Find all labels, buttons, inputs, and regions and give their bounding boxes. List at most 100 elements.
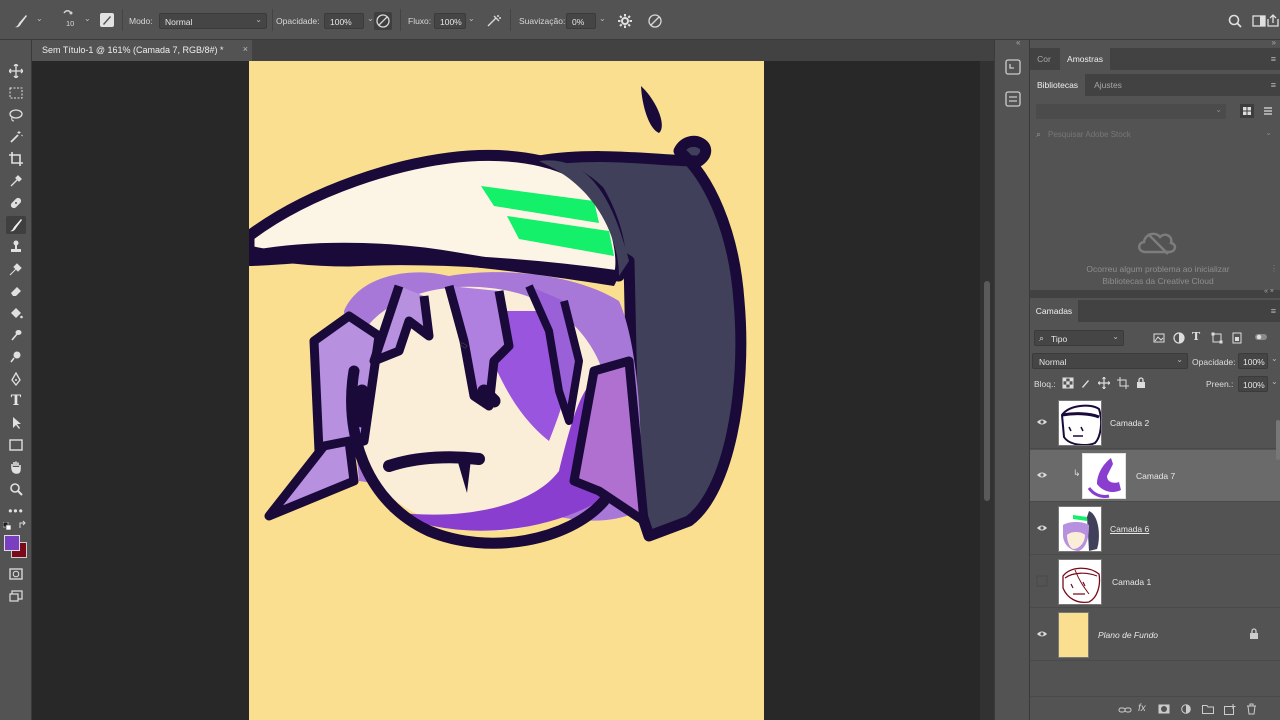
path-selection-tool-icon[interactable] <box>6 414 26 432</box>
layer-row[interactable]: ↳ Camada 7 <box>1030 450 1280 502</box>
shape-filter-icon[interactable] <box>1210 331 1224 345</box>
new-group-icon[interactable] <box>1202 704 1214 714</box>
library-select[interactable]: ⌄ <box>1036 104 1226 119</box>
lock-position-icon[interactable] <box>1098 377 1110 389</box>
lasso-tool-icon[interactable] <box>6 106 26 124</box>
layers-scrollbar-thumb[interactable] <box>1276 420 1280 460</box>
pen-tool-icon[interactable] <box>6 370 26 388</box>
tab-ajustes[interactable]: Ajustes <box>1087 74 1129 96</box>
list-view-icon[interactable] <box>1261 104 1275 118</box>
search-icon[interactable] <box>1226 12 1244 30</box>
tab-amostras[interactable]: Amostras <box>1060 48 1110 70</box>
screen-mode-icon[interactable] <box>6 587 26 605</box>
link-layers-icon[interactable] <box>1118 705 1132 715</box>
lock-pixels-icon[interactable] <box>1080 377 1092 389</box>
pressure-size-icon[interactable] <box>646 12 664 30</box>
visibility-eye-icon[interactable] <box>1036 469 1048 481</box>
library-more-icon[interactable]: ⋮ <box>1270 264 1278 273</box>
canvas-area[interactable] <box>32 61 980 720</box>
close-icon[interactable]: × <box>243 44 248 54</box>
zoom-tool-icon[interactable] <box>6 480 26 498</box>
tab-bibliotecas[interactable]: Bibliotecas <box>1030 74 1085 96</box>
document-tab[interactable]: Sem Título-1 @ 161% (Camada 7, RGB/8#) *… <box>32 40 252 61</box>
tab-cor[interactable]: Cor <box>1030 48 1058 70</box>
brush-tool-icon[interactable] <box>12 12 30 30</box>
layer-row[interactable]: Plano de Fundo <box>1030 609 1280 661</box>
smart-object-filter-icon[interactable] <box>1230 331 1244 345</box>
vertical-scrollbar[interactable] <box>980 61 994 720</box>
marquee-tool-icon[interactable] <box>6 84 26 102</box>
new-layer-icon[interactable] <box>1224 704 1236 715</box>
eraser-tool-icon[interactable] <box>6 282 26 300</box>
clone-stamp-tool-icon[interactable] <box>6 238 26 256</box>
blend-mode-select[interactable]: Normal ⌄ <box>1032 353 1188 369</box>
magic-wand-tool-icon[interactable] <box>6 128 26 146</box>
collapse-arrows-icon[interactable]: « × <box>1264 288 1274 295</box>
panel-menu-icon[interactable]: ≡ <box>1271 306 1276 316</box>
layer-opacity-input[interactable]: 100% <box>1238 353 1268 369</box>
panel-menu-icon[interactable]: ≡ <box>1271 80 1276 90</box>
lock-all-icon[interactable] <box>1135 377 1147 389</box>
mode-select[interactable]: Normal ⌄ <box>159 13 267 29</box>
lock-artboard-icon[interactable] <box>1117 377 1129 389</box>
smoothing-caret-icon[interactable]: ⌄ <box>599 14 606 23</box>
visibility-eye-icon[interactable] <box>1036 628 1048 640</box>
flow-input[interactable]: 100% <box>434 13 466 29</box>
flow-slider-caret-icon[interactable]: ⌄ <box>468 14 475 23</box>
scrollbar-thumb[interactable] <box>984 281 990 501</box>
opacity-caret-icon[interactable]: ⌄ <box>1271 354 1278 363</box>
add-mask-icon[interactable] <box>1158 704 1170 714</box>
visibility-eye-icon[interactable] <box>1036 522 1048 534</box>
lock-transparent-icon[interactable] <box>1062 377 1074 389</box>
layer-row[interactable]: Camada 2 <box>1030 397 1280 449</box>
quick-mask-icon[interactable] <box>6 565 26 583</box>
brush-size-caret-icon[interactable]: ⌄ <box>84 14 91 23</box>
artboard[interactable] <box>249 61 764 720</box>
panel-menu-icon[interactable]: ≡ <box>1271 54 1276 64</box>
brush-settings-panel-icon[interactable] <box>99 12 117 30</box>
default-colors-icon[interactable] <box>3 522 13 532</box>
tool-preset-caret-icon[interactable]: ⌄ <box>36 14 43 23</box>
brush-preset-picker[interactable]: 10 <box>60 8 78 28</box>
rectangle-tool-icon[interactable] <box>6 436 26 454</box>
swap-colors-icon[interactable] <box>18 520 28 530</box>
type-filter-icon[interactable]: T <box>1192 330 1200 343</box>
hand-tool-icon[interactable] <box>6 458 26 476</box>
crop-tool-icon[interactable] <box>6 150 26 168</box>
collapse-arrows-icon[interactable]: « <box>1016 38 1020 47</box>
gear-icon[interactable] <box>616 12 634 30</box>
pixel-filter-icon[interactable] <box>1152 331 1166 345</box>
layer-style-fx-icon[interactable]: fx <box>1138 703 1146 714</box>
brush-tool-icon[interactable] <box>6 216 26 234</box>
move-tool-icon[interactable] <box>6 62 26 80</box>
filter-toggle[interactable] <box>1254 330 1274 344</box>
layer-filter-select[interactable]: ⌕ Tipo ⌄ <box>1034 330 1124 346</box>
healing-brush-tool-icon[interactable] <box>6 194 26 212</box>
smudge-tool-icon[interactable] <box>6 326 26 344</box>
fill-caret-icon[interactable]: ⌄ <box>1271 377 1278 386</box>
pressure-opacity-icon[interactable] <box>374 12 392 30</box>
foreground-color-swatch[interactable] <box>4 535 20 551</box>
fill-input[interactable]: 100% <box>1238 376 1268 392</box>
smoothing-input[interactable]: 0% <box>566 13 596 29</box>
adjustment-filter-icon[interactable] <box>1172 331 1186 345</box>
library-search-input[interactable]: ⌕ Pesquisar Adobe Stock ⌄ <box>1034 128 1274 143</box>
opacity-slider-caret-icon[interactable]: ⌄ <box>367 14 374 23</box>
history-brush-tool-icon[interactable] <box>6 260 26 278</box>
dodge-tool-icon[interactable] <box>6 348 26 366</box>
more-tools-icon[interactable]: ••• <box>6 502 26 520</box>
share-icon[interactable] <box>1266 12 1280 30</box>
visibility-eye-icon[interactable] <box>1036 416 1048 428</box>
paint-bucket-tool-icon[interactable] <box>6 304 26 322</box>
visibility-hidden-slot[interactable] <box>1036 575 1048 587</box>
adjustment-layer-icon[interactable] <box>1181 704 1191 714</box>
eyedropper-tool-icon[interactable] <box>6 172 26 190</box>
airbrush-icon[interactable] <box>485 12 503 30</box>
history-panel-icon[interactable] <box>1004 58 1022 76</box>
layer-row[interactable]: Camada 6 <box>1030 503 1280 555</box>
trash-icon[interactable] <box>1246 703 1257 715</box>
type-tool-icon[interactable]: T <box>6 392 26 410</box>
lock-icon[interactable] <box>1249 628 1259 639</box>
layer-row[interactable]: Camada 1 <box>1030 556 1280 608</box>
properties-panel-icon[interactable] <box>1004 90 1022 108</box>
